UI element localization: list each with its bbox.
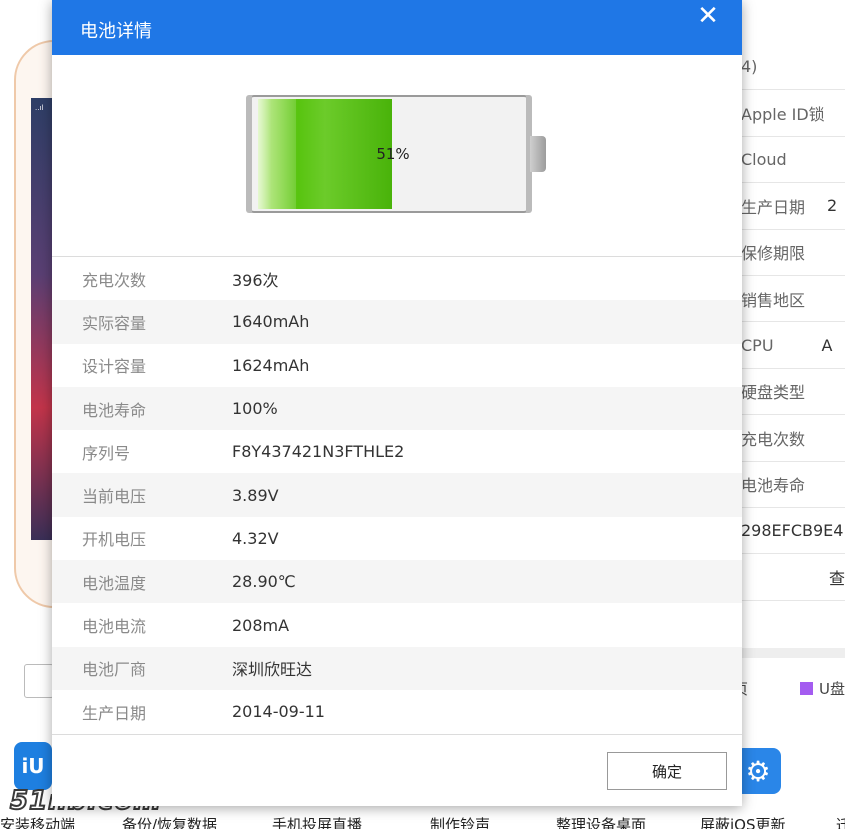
table-row: 序列号 F8Y437421N3FTHLE2 [52,430,742,473]
device-info-row: 保修期限 [736,230,845,276]
row-value: 3.89V [232,485,279,505]
table-row: 电池厂商 深圳欣旺达 [52,646,742,690]
row-value: 1640mAh [232,312,310,332]
row-key: 电池厂商 [82,660,147,680]
storage-button[interactable] [24,664,54,698]
storage-legend: 页U盘 [733,678,845,699]
device-info-row: Cloud [736,137,845,184]
toolbar-item-screen-mirror[interactable]: 手机投屏直播 [272,814,362,829]
row-value: 208mA [232,615,290,635]
device-info-table: 4) Apple ID锁 Cloud 生产日期 2 保修期限 销售地区 CPU A … [736,44,845,601]
row-key: 生产日期 [82,703,147,723]
row-value: 28.90℃ [232,572,296,592]
battery-graphic-area: 51% [52,55,742,255]
battery-details-dialog: 电池详情 ✕ 51% 充电次数 396次 实际容量 1640mAh 设计容量 1624… [52,0,742,806]
legend-swatch [800,682,814,695]
toolbar-item-migrate[interactable]: 迁 [836,814,845,829]
table-row: 电池电流 208mA [52,603,742,646]
row-key: 电池温度 [82,573,147,593]
toolbar-item-ringtone[interactable]: 制作铃声 [430,814,490,829]
row-key: 实际容量 [82,313,147,333]
divider [736,648,845,658]
close-icon[interactable]: ✕ [687,0,729,32]
toolbar-item-block-update[interactable]: 屏蔽iOS更新 [700,814,786,829]
row-key: 序列号 [82,443,131,463]
dialog-footer: 确定 [52,734,742,806]
row-key: 电池寿命 [82,400,147,420]
row-value: 100% [232,399,278,419]
table-row: 开机电压 4.32V [52,517,742,560]
device-info-row: Apple ID锁 [736,90,845,137]
row-value: 深圳欣旺达 [232,660,313,680]
toolbar-item-organize-desktop[interactable]: 整理设备桌面 [556,814,646,829]
battery-percent-label: 51% [376,145,410,163]
device-info-row: 生产日期 2 [736,183,845,230]
table-row: 生产日期 2014-09-11 [52,690,742,733]
row-key: 设计容量 [82,357,147,377]
table-row: 当前电压 3.89V [52,473,742,517]
table-row: 实际容量 1640mAh [52,300,742,344]
app-logo-icon[interactable]: iU [14,742,52,790]
confirm-button[interactable]: 确定 [607,752,727,790]
table-row: 充电次数 396次 [52,257,742,300]
table-row: 电池寿命 100% [52,386,742,431]
device-info-row: 充电次数 [736,415,845,462]
row-value: 4.32V [232,528,279,548]
device-info-row: CPU A [736,322,845,369]
dialog-title: 电池详情 [80,21,152,42]
row-key: 电池电流 [82,617,147,637]
device-info-row: 销售地区 [736,276,845,323]
table-row: 电池温度 28.90℃ [52,560,742,604]
row-key: 开机电压 [82,530,147,550]
row-value: F8Y437421N3FTHLE2 [232,442,405,462]
legend-label: U盘 [819,680,845,698]
row-key: 充电次数 [82,270,147,290]
toolbar-item-backup[interactable]: 备份/恢复数据 [122,814,217,829]
toolbar-item-install-mobile[interactable]: 安装移动端 [0,814,75,829]
device-info-row: 硬盘类型 [736,369,845,416]
table-row: 设计容量 1624mAh [52,344,742,387]
device-info-row: 4) [736,44,845,91]
device-info-row: 电池寿命 [736,462,845,508]
row-value: 1624mAh [232,355,310,375]
device-info-link[interactable]: 查 [736,554,845,601]
row-key: 当前电压 [82,487,147,507]
signal-icon: ..ıl [35,104,44,112]
battery-info-table: 充电次数 396次 实际容量 1640mAh 设计容量 1624mAh 电池寿命 100… [52,256,742,733]
dialog-header: 电池详情 ✕ [52,0,742,55]
row-value: 396次 [232,270,279,290]
row-value: 2014-09-11 [232,702,325,722]
device-info-row: 298EFCB9E4 [736,508,845,555]
